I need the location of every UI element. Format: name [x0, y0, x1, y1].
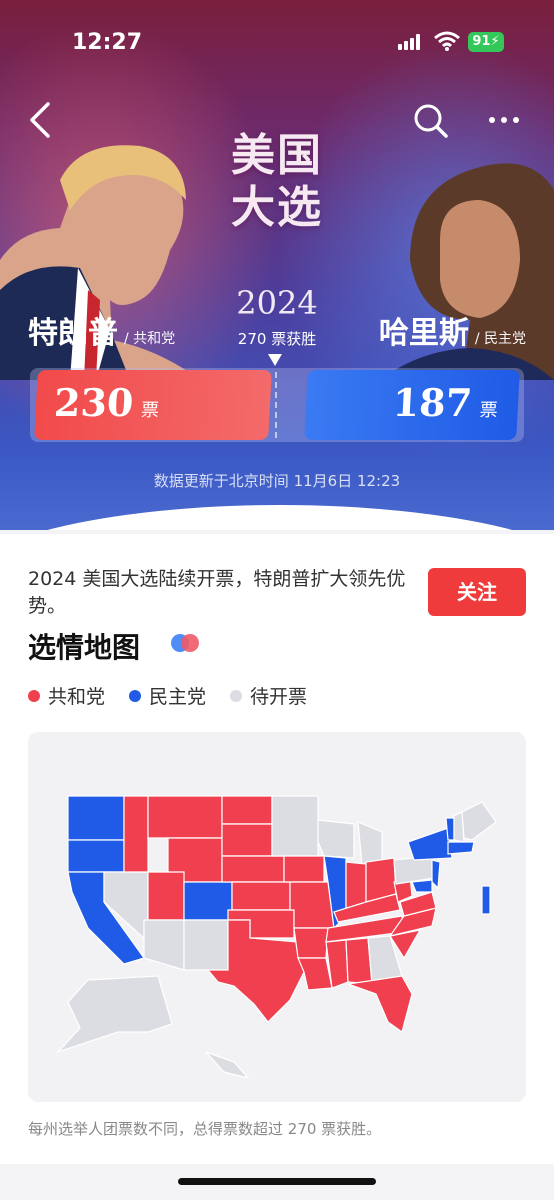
legend-item-democrat: 民主党: [129, 682, 206, 709]
legend-item-republican: 共和党: [28, 682, 105, 709]
right-vote-segment: 187 票: [304, 370, 520, 440]
state-co: [183, 881, 233, 921]
state-mn: [271, 795, 319, 857]
hero-title-line1: 美国: [231, 130, 323, 181]
state-hi: [205, 1051, 250, 1080]
battery-icon: 91⚡: [468, 32, 504, 52]
state-ks: [231, 881, 291, 911]
state-fl: [347, 975, 413, 1033]
state-nd: [221, 795, 273, 825]
right-vote-unit: 票: [479, 400, 499, 421]
status-time: 12:27: [72, 30, 143, 55]
left-candidate: 特朗普 / 共和党: [28, 308, 175, 352]
hero-year: 2024: [236, 284, 318, 322]
state-dc: [481, 885, 491, 915]
map-legend: 共和党 民主党 待开票: [28, 682, 307, 709]
wifi-icon: [434, 31, 460, 51]
state-nm: [183, 919, 229, 971]
electoral-vote-bar: 230 票 187 票: [30, 368, 524, 442]
back-button[interactable]: [26, 100, 56, 140]
map-footnote: 每州选举人团票数不同，总得票数超过 270 票获胜。: [28, 1120, 382, 1138]
state-vt: [445, 817, 455, 841]
state-nj: [431, 859, 441, 890]
left-vote-value: 230: [52, 380, 135, 425]
state-in: [345, 861, 367, 909]
legend-item-pending: 待开票: [230, 682, 307, 709]
win-rule: 270 票获胜: [237, 330, 317, 348]
status-bar: 12:27 91⚡: [0, 0, 554, 84]
right-vote-value: 187: [391, 380, 474, 425]
right-vote-count: 187 票: [392, 380, 500, 425]
left-vote-count: 230 票: [53, 380, 161, 425]
state-mi: [357, 821, 383, 865]
hero-curve: [0, 505, 554, 530]
us-map-svg: [55, 795, 497, 1080]
legend-label-pending: 待开票: [250, 686, 308, 708]
hero-title-line2: 大选: [231, 182, 323, 233]
election-hero-banner: 12:27 91⚡ 美国 大选 2024 270 票获胜 特朗普 / 共和党 哈…: [0, 0, 554, 530]
legend-label-democrat: 民主党: [149, 686, 207, 708]
more-button[interactable]: [484, 100, 524, 140]
left-vote-unit: 票: [140, 400, 160, 421]
legend-label-republican: 共和党: [48, 686, 106, 708]
battery-level: 91: [472, 34, 491, 49]
state-ut: [147, 871, 185, 921]
state-id: [123, 795, 149, 873]
follow-button[interactable]: 关注: [428, 568, 526, 616]
state-sd: [221, 823, 273, 857]
hero-title: 美国 大选: [200, 130, 354, 234]
left-vote-segment: 230 票: [34, 370, 272, 440]
right-candidate-party: / 民主党: [474, 331, 526, 347]
right-candidate: 哈里斯 / 民主党: [379, 308, 526, 352]
home-indicator: [178, 1178, 376, 1185]
update-time: 数据更新于北京时间 11月6日 12:23: [153, 472, 401, 490]
state-ma: [447, 841, 475, 855]
signal-icon: [398, 34, 424, 50]
threshold-divider: [275, 372, 277, 438]
state-ny: [407, 827, 453, 861]
threshold-marker-icon: [268, 354, 282, 366]
map-section-title: 选情地图: [28, 631, 141, 664]
red-blue-dots-icon: [171, 634, 199, 652]
legend-dot-republican: [28, 689, 40, 702]
state-or: [67, 839, 125, 873]
state-mt: [147, 795, 223, 839]
legend-dot-democrat: [129, 689, 142, 702]
left-candidate-party: / 共和党: [124, 331, 176, 347]
state-wi: [317, 819, 355, 859]
state-ar: [293, 927, 329, 959]
us-election-map[interactable]: [28, 732, 526, 1102]
state-me: [461, 801, 497, 841]
article-headline: 2024 美国大选陆续开票，特朗普扩大领先优势。: [28, 568, 406, 617]
content-card: 2024 美国大选陆续开票，特朗普扩大领先优势。 关注 选情地图 共和党 民主党…: [0, 534, 554, 1164]
state-mo: [289, 881, 335, 929]
left-candidate-name: 特朗普: [28, 316, 118, 351]
search-button[interactable]: [410, 100, 450, 140]
legend-dot-pending: [230, 689, 243, 702]
state-wa: [67, 795, 125, 841]
state-md: [411, 879, 433, 893]
right-candidate-name: 哈里斯: [378, 316, 469, 351]
state-ak: [55, 975, 173, 1054]
state-az: [143, 919, 185, 971]
state-ne: [221, 855, 285, 883]
state-ia: [283, 855, 325, 883]
